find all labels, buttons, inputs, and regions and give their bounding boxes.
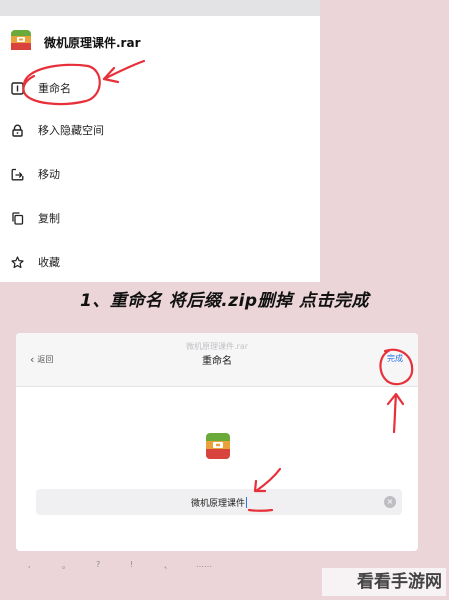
keyboard-key[interactable]: 。 — [62, 560, 70, 571]
clear-icon[interactable]: × — [384, 496, 396, 508]
file-header: 微机原理课件.rar — [0, 26, 320, 58]
menu-item-move-to-hidden[interactable]: 移入隐藏空间 — [0, 108, 320, 152]
instruction-caption: 1、重命名 将后缀.zip删掉 点击完成 — [79, 291, 369, 311]
file-name: 微机原理课件.rar — [44, 35, 141, 50]
dialog-title: 重命名 — [202, 356, 232, 367]
text-cursor — [246, 496, 247, 508]
rename-dialog: 微机原理课件.rar ‹ 返回 重命名 完成 微机原理课件 × — [16, 333, 418, 551]
copy-icon — [10, 211, 24, 225]
menu-item-label: 移入隐藏空间 — [38, 124, 104, 137]
menu-item-label: 重命名 — [38, 82, 71, 95]
watermark-logo: 看看手游网 — [322, 568, 446, 596]
keyboard-key[interactable]: ! — [130, 560, 133, 569]
star-icon — [10, 255, 24, 269]
menu-item-copy[interactable]: 复制 — [0, 196, 320, 240]
rename-icon — [10, 81, 24, 95]
keyboard-key[interactable]: , — [28, 560, 31, 569]
archive-file-icon — [10, 29, 32, 55]
background-title: 微机原理课件.rar — [186, 342, 249, 351]
keyboard-key[interactable]: ? — [96, 560, 100, 569]
rename-navbar: 微机原理课件.rar ‹ 返回 重命名 完成 — [16, 333, 418, 387]
menu-item-rename[interactable]: 重命名 — [0, 66, 320, 110]
menu-item-move[interactable]: 移动 — [0, 152, 320, 196]
menu-item-label: 复制 — [38, 212, 60, 225]
menu-item-label: 移动 — [38, 168, 60, 181]
rename-input-value: 微机原理课件 — [190, 498, 245, 509]
rename-input[interactable]: 微机原理课件 × — [36, 489, 402, 515]
top-bar — [0, 0, 320, 16]
archive-file-icon — [205, 432, 231, 464]
done-button[interactable]: 完成 — [387, 353, 403, 364]
move-icon — [10, 167, 24, 181]
menu-item-label: 收藏 — [38, 256, 60, 269]
context-menu-panel: 微机原理课件.rar 重命名 移入隐藏空间 移动 复制 收藏 — [0, 0, 320, 282]
lock-icon — [10, 123, 24, 137]
keyboard-key[interactable]: 、 — [164, 560, 172, 571]
keyboard-key[interactable]: …… — [196, 560, 212, 569]
menu-item-favorite[interactable]: 收藏 — [0, 240, 320, 284]
